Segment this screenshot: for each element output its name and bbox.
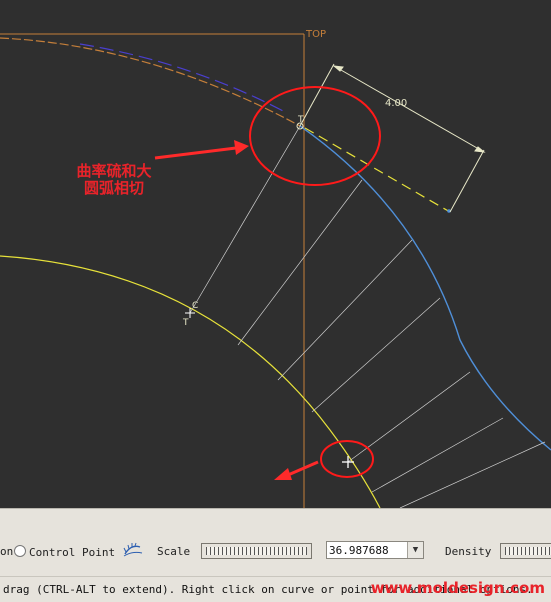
dashboard-panel: on Control Point Scale Density (0, 508, 551, 577)
yellow-arc[interactable] (0, 255, 381, 508)
curvature-comb-icon[interactable] (122, 542, 144, 558)
dimension-value[interactable]: 4.00 (385, 98, 407, 109)
control-point-label: Control Point (29, 546, 116, 559)
graphics-viewport[interactable]: TOP 4.00 T C T 曲率硫和大 圆弧相切 (0, 0, 551, 508)
annotation-line-1: 曲率硫和大 (76, 162, 152, 180)
density-thumbwheel[interactable] (500, 543, 551, 559)
large-arc-blue-segment (79, 43, 286, 113)
tangent-label-top: T (297, 115, 304, 125)
density-label: Density (445, 545, 492, 558)
highlight-circle-tangent (249, 86, 381, 186)
large-arc-orange[interactable] (0, 37, 301, 127)
spline-curve[interactable] (299, 125, 551, 451)
highlight-circle-drag (320, 440, 374, 478)
watermark: www.moldesign.com (370, 579, 545, 597)
scale-thumbwheel[interactable] (201, 543, 312, 559)
option-partial-label[interactable]: on (0, 545, 13, 558)
control-point-option[interactable]: Control Point (14, 545, 115, 559)
scale-value-input[interactable] (329, 543, 407, 557)
dimension-4[interactable] (299, 63, 486, 213)
drag-point-marker[interactable] (342, 456, 354, 468)
annotation-line-2: 圆弧相切 (83, 179, 144, 197)
annotation-arrow-drag (274, 460, 319, 480)
control-point-radio[interactable] (14, 545, 26, 557)
scale-label: Scale (157, 545, 191, 558)
annotation-text: 曲率硫和大 圆弧相切 (66, 163, 162, 197)
tangent-extension (304, 127, 451, 213)
annotation-arrow-tangent (154, 140, 249, 160)
chevron-down-icon[interactable]: ▼ (407, 542, 423, 558)
status-bar: drag (CTRL-ALT to extend). Right click o… (0, 576, 551, 602)
datum-label-top: TOP (305, 29, 326, 40)
tangent-label-mid: T (182, 318, 189, 328)
curvature-label-mid: C (192, 301, 198, 311)
sketch-canvas[interactable]: TOP 4.00 T C T (0, 0, 551, 508)
scale-value-combobox[interactable]: ▼ (326, 541, 424, 559)
